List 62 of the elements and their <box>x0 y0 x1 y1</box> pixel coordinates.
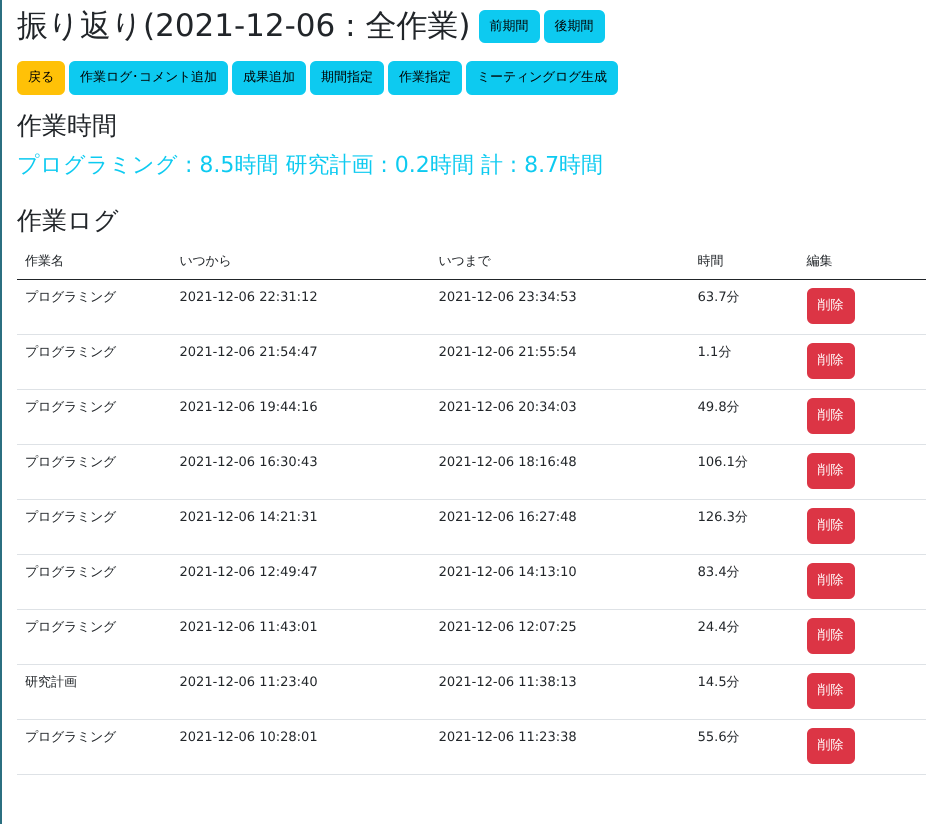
table-cell: プログラミング <box>17 444 172 500</box>
section-heading: 作業ログ <box>17 206 120 236</box>
table-cell: プログラミング <box>17 390 172 445</box>
table-cell: 2021-12-06 18:16:48 <box>430 444 690 500</box>
table-cell: 2021-12-06 21:54:47 <box>172 334 431 390</box>
table-cell: 2021-12-06 16:27:48 <box>430 500 690 555</box>
page-title: 振り返り(2021-12-06 : 全作業) <box>17 8 470 46</box>
period-button[interactable]: 前期間 <box>478 10 540 44</box>
time-summary: プログラミング : 8.5時間 研究計画 : 0.2時間 計 : 8.7時間 <box>17 152 604 180</box>
delete-button[interactable]: 削除 <box>806 508 855 544</box>
table-cell: プログラミング <box>17 500 172 555</box>
table-cell: プログラミング <box>17 554 172 610</box>
period-button[interactable]: 後期間 <box>544 10 604 44</box>
delete-button[interactable]: 削除 <box>806 618 855 654</box>
table-cell: 1.1分 <box>690 334 799 390</box>
table-cell: 24.4分 <box>690 610 799 665</box>
toolbar-button[interactable]: 作業指定 <box>388 61 462 95</box>
table-cell: 83.4分 <box>690 554 799 610</box>
delete-button[interactable]: 削除 <box>806 343 855 379</box>
table-cell: 49.8分 <box>690 390 799 445</box>
delete-button[interactable]: 削除 <box>806 673 855 709</box>
column-header: 作業名 <box>17 244 172 280</box>
toolbar-button[interactable]: 成果追加 <box>232 61 306 95</box>
table-cell: 2021-12-06 14:21:31 <box>172 500 431 555</box>
table-cell: 2021-12-06 10:28:01 <box>172 720 431 775</box>
table-cell: プログラミング <box>17 334 172 390</box>
table-cell: 2021-12-06 11:38:13 <box>430 664 690 720</box>
column-header: いつまで <box>430 244 690 280</box>
table-cell: 2021-12-06 14:13:10 <box>430 554 690 610</box>
table-cell: 2021-12-06 20:34:03 <box>430 390 690 445</box>
toolbar-button[interactable]: 作業ログ･コメント追加 <box>69 61 228 95</box>
table-cell: 2021-12-06 11:23:38 <box>430 720 690 775</box>
table-cell: 2021-12-06 22:31:12 <box>172 280 431 335</box>
delete-button[interactable]: 削除 <box>806 288 855 324</box>
toolbar-button[interactable]: ミーティングログ生成 <box>466 61 618 95</box>
column-header: 編集 <box>798 244 926 280</box>
table-cell: 2021-12-06 23:34:53 <box>430 280 690 335</box>
table-cell: 14.5分 <box>690 664 799 720</box>
table-cell: 研究計画 <box>17 664 172 720</box>
table-cell: 2021-12-06 11:23:40 <box>172 664 431 720</box>
toolbar-button[interactable]: 期間指定 <box>310 61 384 95</box>
table-cell: 2021-12-06 21:55:54 <box>430 334 690 390</box>
table-cell: プログラミング <box>17 720 172 775</box>
table-cell: 55.6分 <box>690 720 799 775</box>
table-cell: プログラミング <box>17 280 172 335</box>
table-cell: プログラミング <box>17 610 172 665</box>
table-cell: 2021-12-06 12:49:47 <box>172 554 431 610</box>
column-header: いつから <box>172 244 431 280</box>
table-cell: 126.3分 <box>690 500 799 555</box>
table-cell: 63.7分 <box>690 280 799 335</box>
delete-button[interactable]: 削除 <box>806 728 855 764</box>
section-heading: 作業時間 <box>17 110 118 141</box>
delete-button[interactable]: 削除 <box>806 398 855 434</box>
table-cell: 2021-12-06 19:44:16 <box>172 390 431 445</box>
back-button[interactable]: 戻る <box>17 61 65 95</box>
column-header: 時間 <box>690 244 799 280</box>
table-cell: 106.1分 <box>690 444 799 500</box>
table-cell: 2021-12-06 11:43:01 <box>172 610 431 665</box>
table-cell: 2021-12-06 16:30:43 <box>172 444 431 500</box>
table-cell: 2021-12-06 12:07:25 <box>430 610 690 665</box>
delete-button[interactable]: 削除 <box>806 563 855 599</box>
delete-button[interactable]: 削除 <box>806 453 855 489</box>
